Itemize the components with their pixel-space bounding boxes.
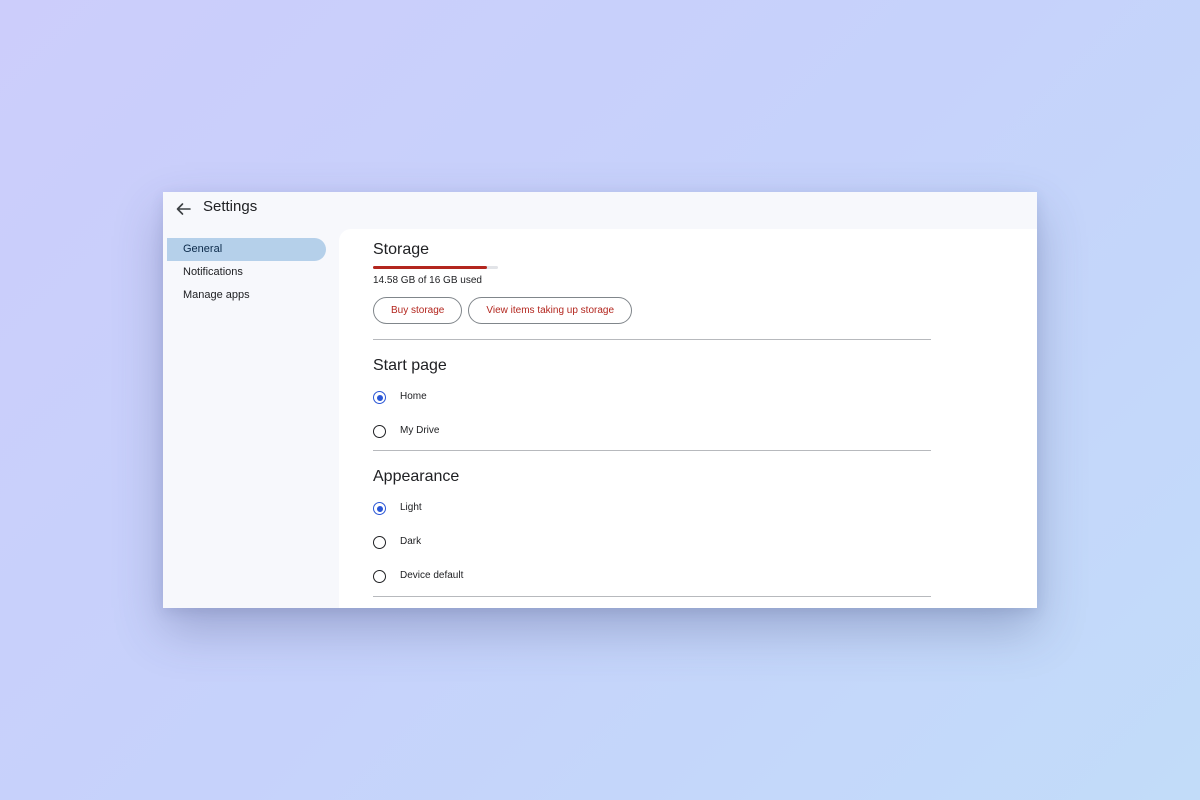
sidebar-nav: General Notifications Manage apps: [163, 238, 333, 307]
radio-button[interactable]: [373, 536, 386, 549]
section-divider: [373, 596, 931, 597]
settings-content: Storage 14.58 GB of 16 GB used Buy stora…: [339, 229, 1037, 608]
radio-button[interactable]: [373, 391, 386, 404]
radio-label: Light: [400, 502, 422, 513]
sidebar-item-notifications[interactable]: Notifications: [163, 261, 333, 284]
section-divider: [373, 450, 931, 451]
storage-usage-text: 14.58 GB of 16 GB used: [373, 275, 482, 286]
buy-storage-button[interactable]: Buy storage: [373, 297, 463, 324]
radio-label: Home: [400, 391, 427, 402]
radio-button[interactable]: [373, 570, 386, 583]
start-page-section: Start page Home My Drive: [373, 356, 931, 446]
radio-label: My Drive: [400, 425, 440, 436]
storage-section: Storage 14.58 GB of 16 GB used Buy stora…: [373, 240, 931, 340]
appearance-option-device-default[interactable]: Device default: [373, 567, 673, 587]
storage-usage-fill: [373, 266, 487, 269]
start-page-option-my-drive[interactable]: My Drive: [373, 422, 673, 442]
storage-usage-bar: [373, 266, 498, 269]
appearance-title: Appearance: [373, 468, 460, 485]
storage-actions: Buy storage View items taking up storage: [373, 297, 633, 324]
radio-label: Device default: [400, 570, 464, 581]
top-bar: Settings: [163, 192, 1037, 228]
appearance-option-dark[interactable]: Dark: [373, 533, 673, 553]
start-page-option-home[interactable]: Home: [373, 388, 673, 408]
appearance-option-light[interactable]: Light: [373, 499, 673, 519]
section-divider: [373, 339, 931, 340]
radio-button[interactable]: [373, 425, 386, 438]
start-page-title: Start page: [373, 357, 447, 374]
appearance-section: Appearance Light Dark Device default: [373, 467, 931, 597]
page-title: Settings: [203, 198, 258, 215]
back-arrow-icon[interactable]: [171, 197, 195, 221]
sidebar-item-general[interactable]: General: [167, 238, 326, 261]
storage-title: Storage: [373, 241, 430, 258]
sidebar-item-manage-apps[interactable]: Manage apps: [163, 284, 333, 307]
radio-button[interactable]: [373, 502, 386, 515]
view-storage-items-button[interactable]: View items taking up storage: [468, 297, 633, 324]
radio-label: Dark: [400, 536, 422, 547]
settings-window: Settings General Notifications Manage ap…: [163, 192, 1037, 608]
